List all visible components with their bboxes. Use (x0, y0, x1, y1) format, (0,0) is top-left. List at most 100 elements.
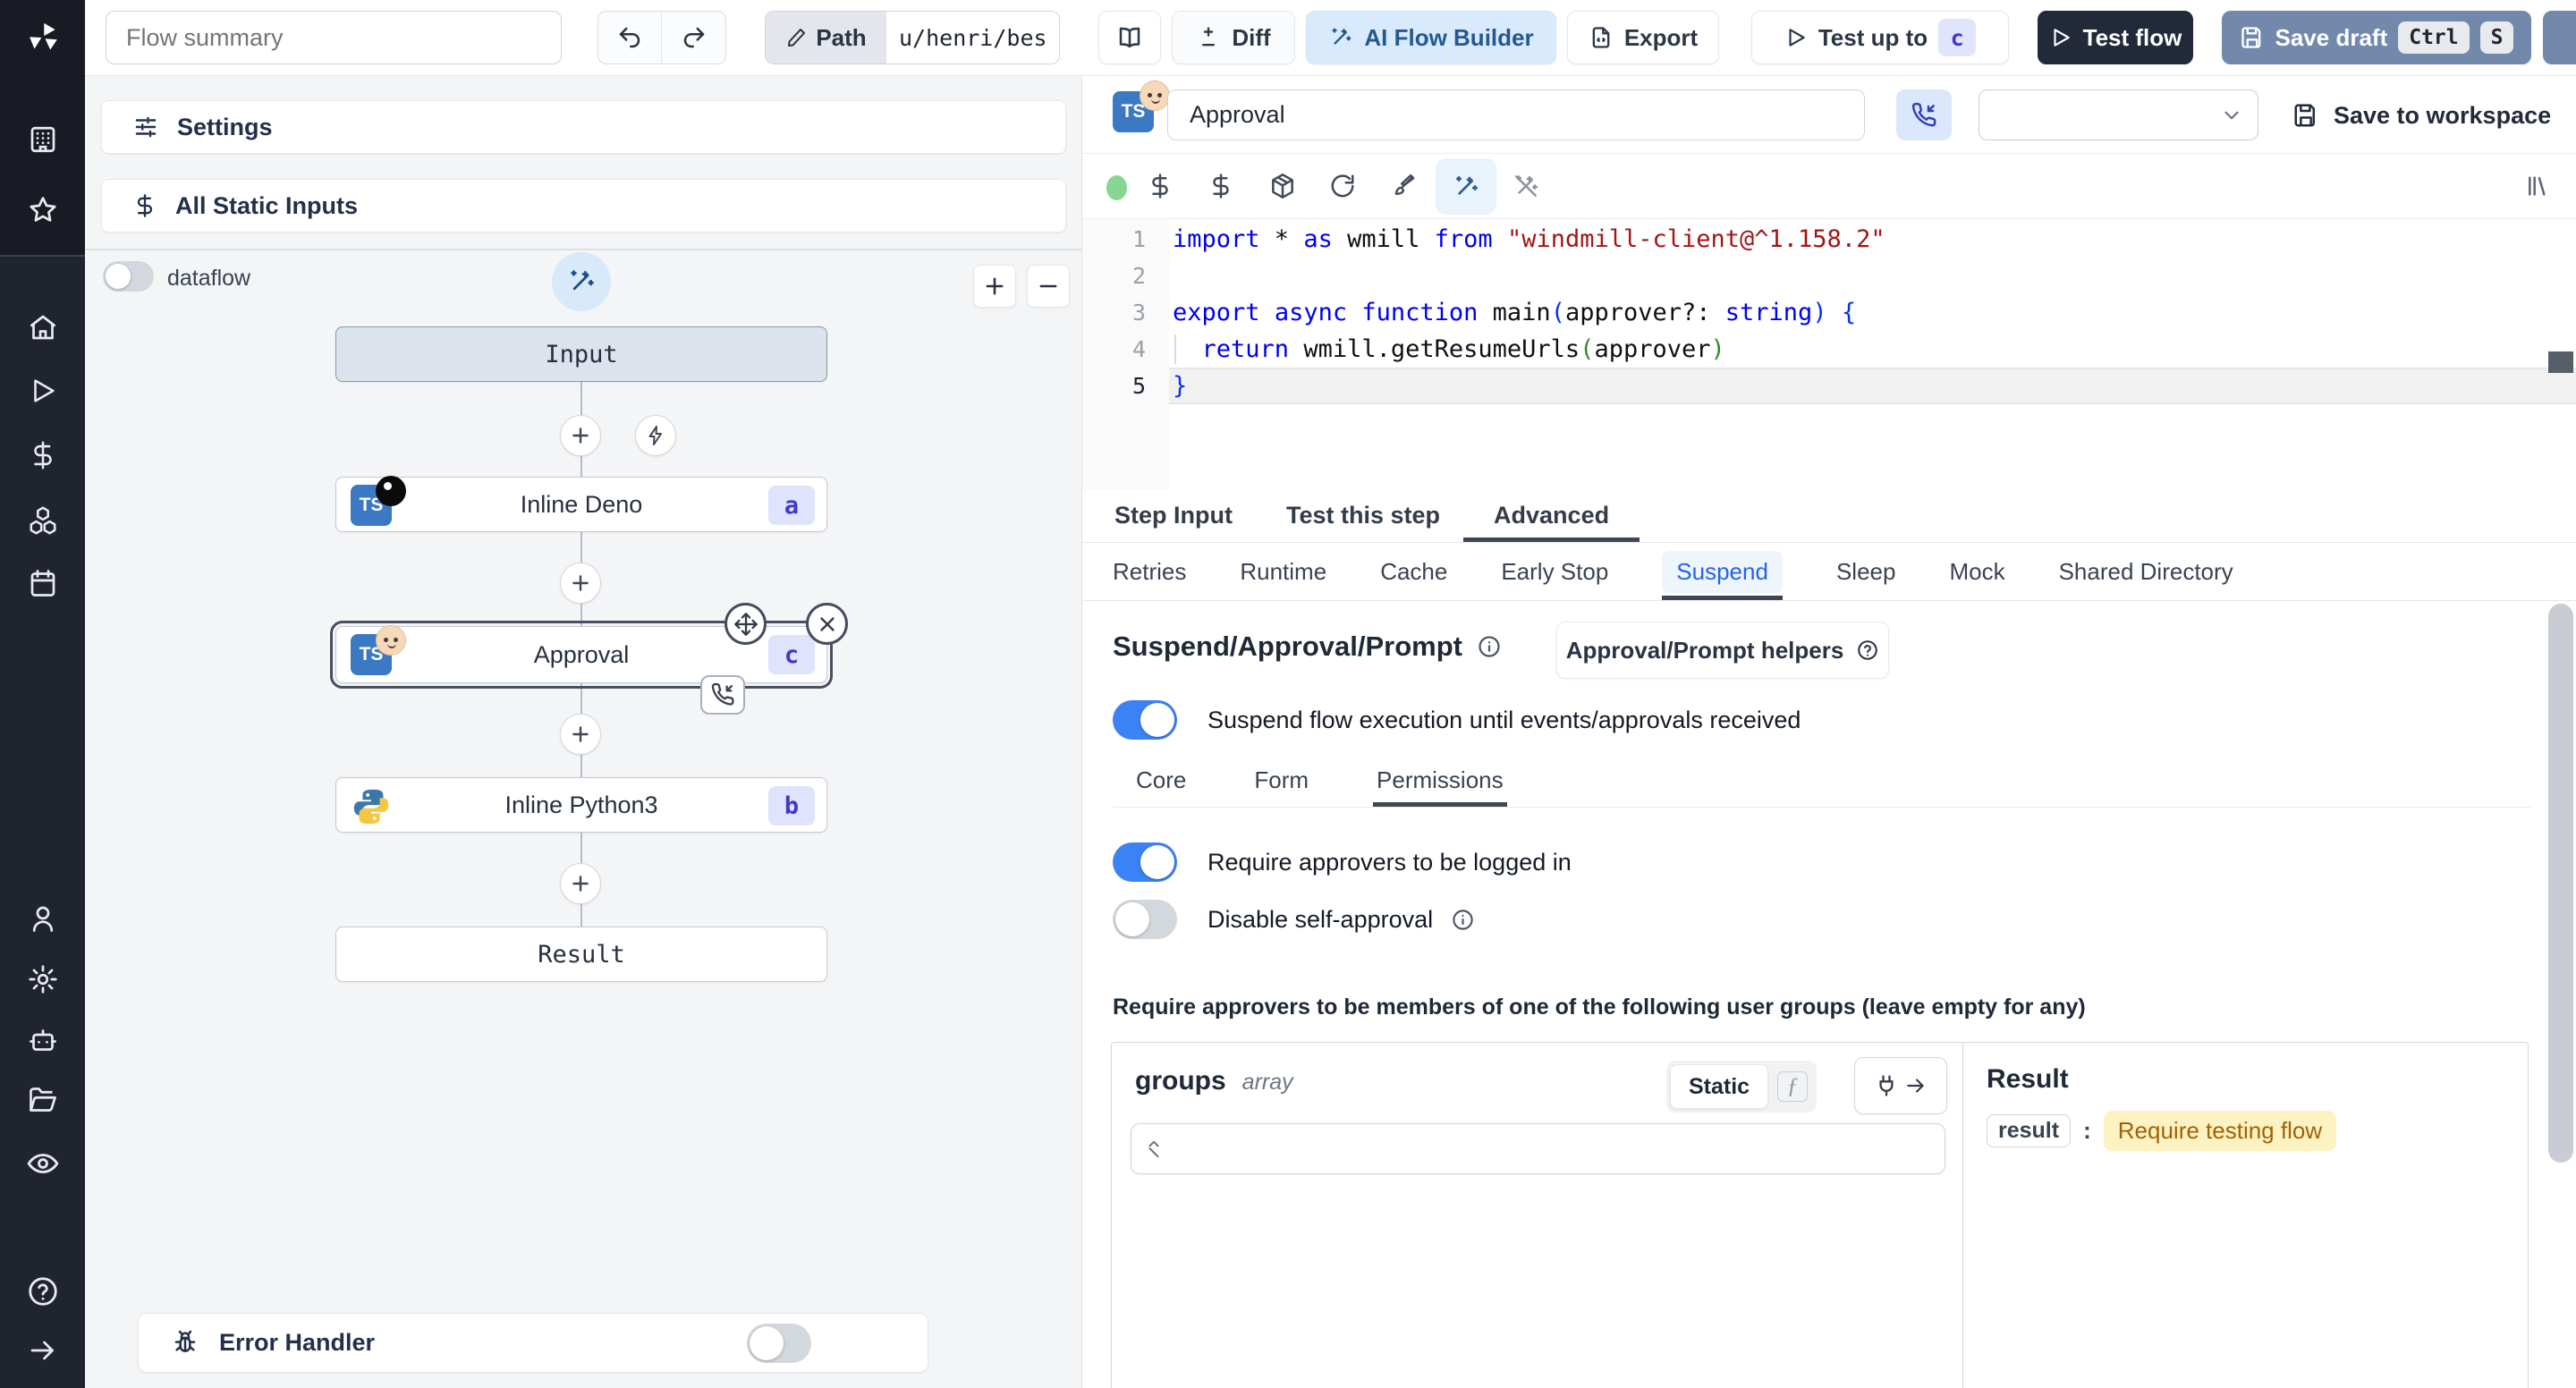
groups-note: Require approvers to be members of one o… (1113, 994, 2086, 1020)
tab-step-input[interactable]: Step Input (1113, 489, 1234, 542)
deno-icon (376, 476, 406, 506)
flow-node-input[interactable]: Input (335, 326, 827, 382)
add-trigger-zap-button[interactable] (635, 415, 676, 456)
user-icon[interactable] (26, 901, 60, 935)
runs-play-icon[interactable] (26, 374, 60, 408)
suspend-phone-button[interactable] (1896, 89, 1952, 140)
tab-early-stop[interactable]: Early Stop (1501, 543, 1608, 600)
step-id-badge: a (768, 486, 815, 525)
deploy-button-partial[interactable] (2543, 11, 2576, 64)
package-icon[interactable] (1268, 172, 1297, 200)
function-mode-button[interactable]: ƒ (1772, 1064, 1813, 1109)
groups-array-input[interactable] (1131, 1123, 1945, 1174)
tab-advanced[interactable]: Advanced (1463, 489, 1640, 542)
tab-retries[interactable]: Retries (1113, 543, 1186, 600)
tab-runtime[interactable]: Runtime (1240, 543, 1326, 600)
save-draft-button[interactable]: Save draft Ctrl S (2222, 11, 2531, 64)
docs-book-button[interactable] (1098, 11, 1161, 64)
dollar-icon[interactable] (1208, 173, 1234, 199)
redo-button[interactable] (662, 12, 725, 63)
panel-scrollbar-thumb[interactable] (2548, 604, 2573, 1163)
editor-scrollbar-thumb[interactable] (2548, 351, 2573, 373)
favorites-star-icon[interactable] (26, 193, 60, 227)
test-flow-button[interactable]: Test flow (2038, 11, 2193, 64)
home-icon[interactable] (26, 310, 60, 344)
collapse-arrow-right-icon[interactable] (26, 1333, 60, 1367)
undo-button[interactable] (598, 12, 662, 63)
python-icon (351, 786, 422, 827)
approval-avatar-icon (376, 625, 406, 656)
save-to-workspace-button[interactable]: Save to workspace (2292, 96, 2551, 135)
tab-sleep[interactable]: Sleep (1836, 543, 1896, 600)
ai-gen-off-icon[interactable] (1512, 172, 1540, 200)
tab-form[interactable]: Form (1250, 753, 1312, 807)
ai-wand-button[interactable] (552, 252, 611, 311)
save-icon (2292, 102, 2319, 129)
result-key-chip[interactable]: result (1987, 1114, 2072, 1147)
reload-icon[interactable] (1329, 173, 1356, 199)
connect-input-button[interactable] (1854, 1057, 1947, 1114)
test-up-to-button[interactable]: Test up to c (1751, 11, 2009, 64)
workers-robot-icon[interactable] (26, 1023, 60, 1057)
settings-gear-icon[interactable] (26, 962, 60, 996)
error-handler-toggle[interactable] (747, 1324, 811, 1363)
tab-cache[interactable]: Cache (1380, 543, 1447, 600)
flow-node-inline-deno[interactable]: TS Inline Deno a (335, 476, 827, 532)
add-step-button[interactable] (560, 415, 601, 456)
add-step-button[interactable] (560, 863, 601, 904)
workspace-building-icon[interactable] (26, 123, 60, 157)
approval-prompt-helpers-button[interactable]: Approval/Prompt helpers (1556, 622, 1889, 679)
suspend-toggle[interactable] (1113, 700, 1177, 740)
dataflow-toggle[interactable] (103, 261, 154, 292)
ai-assistant-button[interactable] (1436, 158, 1496, 215)
zoom-out-button[interactable] (1027, 265, 1070, 308)
info-icon[interactable] (1477, 634, 1502, 659)
require-logged-in-toggle[interactable] (1113, 842, 1177, 882)
help-icon[interactable] (26, 1274, 60, 1308)
diff-icon (1196, 25, 1221, 50)
diff-button[interactable]: Diff (1172, 11, 1295, 64)
advanced-tabs: Retries Runtime Cache Early Stop Suspend… (1082, 543, 2576, 601)
kind-select[interactable] (1979, 89, 2258, 140)
resources-boxes-icon[interactable] (26, 504, 60, 537)
tab-mock[interactable]: Mock (1949, 543, 2004, 600)
code-lines[interactable]: import * as wmill from "windmill-client@… (1169, 219, 2576, 489)
path-group[interactable]: Path u/henri/bes (765, 11, 1060, 64)
variables-dollar-icon[interactable] (26, 438, 60, 472)
flow-summary-input[interactable] (106, 11, 562, 64)
tab-test-this-step[interactable]: Test this step (1284, 489, 1442, 542)
audit-eye-icon[interactable] (26, 1147, 60, 1181)
flow-node-result[interactable]: Result (335, 927, 827, 982)
add-step-button[interactable] (560, 714, 601, 755)
disable-self-approval-toggle[interactable] (1113, 900, 1177, 939)
ai-flow-builder-button[interactable]: AI Flow Builder (1306, 11, 1556, 64)
format-brush-icon[interactable] (1390, 173, 1417, 199)
windmill-logo-icon[interactable] (26, 21, 60, 55)
require-logged-in-row: Require approvers to be logged in (1113, 842, 1572, 882)
library-icon[interactable] (2521, 172, 2550, 200)
flow-node-inline-python[interactable]: Inline Python3 b (335, 777, 827, 833)
delete-step-button[interactable] (806, 603, 848, 645)
dollar-icon[interactable] (1147, 173, 1174, 199)
play-icon (1784, 26, 1808, 49)
static-mode-button[interactable]: Static (1670, 1064, 1769, 1109)
tab-suspend[interactable]: Suspend (1662, 543, 1783, 600)
export-button[interactable]: Export (1567, 11, 1719, 64)
move-step-handle[interactable] (724, 603, 767, 645)
info-icon[interactable] (1451, 908, 1475, 932)
editor-toolbar (1082, 154, 2576, 219)
tab-core[interactable]: Core (1132, 753, 1190, 807)
disable-self-approval-row: Disable self-approval (1113, 900, 1475, 939)
flow-settings-button[interactable]: Settings (101, 100, 1066, 154)
file-code-icon (1589, 25, 1614, 50)
code-editor[interactable]: 12345 import * as wmill from "windmill-c… (1082, 219, 2576, 489)
schedules-calendar-icon[interactable] (26, 566, 60, 600)
add-step-button[interactable] (560, 563, 601, 604)
result-row: result : Require testing flow (1987, 1111, 2337, 1151)
zoom-in-button[interactable] (973, 265, 1016, 308)
folders-icon[interactable] (26, 1084, 60, 1118)
all-static-inputs-button[interactable]: All Static Inputs (101, 179, 1066, 233)
step-name-input[interactable] (1167, 89, 1865, 140)
tab-shared-directory[interactable]: Shared Directory (2059, 543, 2233, 600)
tab-permissions[interactable]: Permissions (1373, 753, 1507, 807)
